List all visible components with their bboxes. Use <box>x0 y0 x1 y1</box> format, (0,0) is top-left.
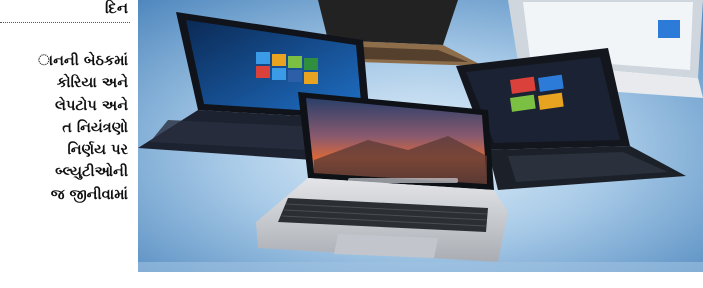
body-line: બ્લ્યુટીઓની <box>55 164 128 181</box>
body-line: નિર્ણય પર <box>67 142 128 159</box>
photo-caption <box>138 273 703 288</box>
body-line: ત નિયંત્રણો <box>62 119 128 136</box>
article-column: દિન ાનની બેઠકમાં કોરિયા અને લેપટોપ અને ત… <box>0 0 130 288</box>
laptops-illustration <box>138 0 703 272</box>
section-heading: દિન <box>105 0 128 17</box>
body-line: લેપટોપ અને <box>55 97 128 114</box>
article-body: ાનની બેઠકમાં કોરિયા અને લેપટોપ અને ત નિય… <box>0 50 128 206</box>
body-line: ાનની બેઠકમાં <box>38 53 128 69</box>
laptops-photo <box>138 0 703 272</box>
body-line: કોરિયા અને <box>56 75 128 92</box>
body-line: જ જીનીવામાં <box>50 186 128 203</box>
heading-divider <box>0 22 130 23</box>
